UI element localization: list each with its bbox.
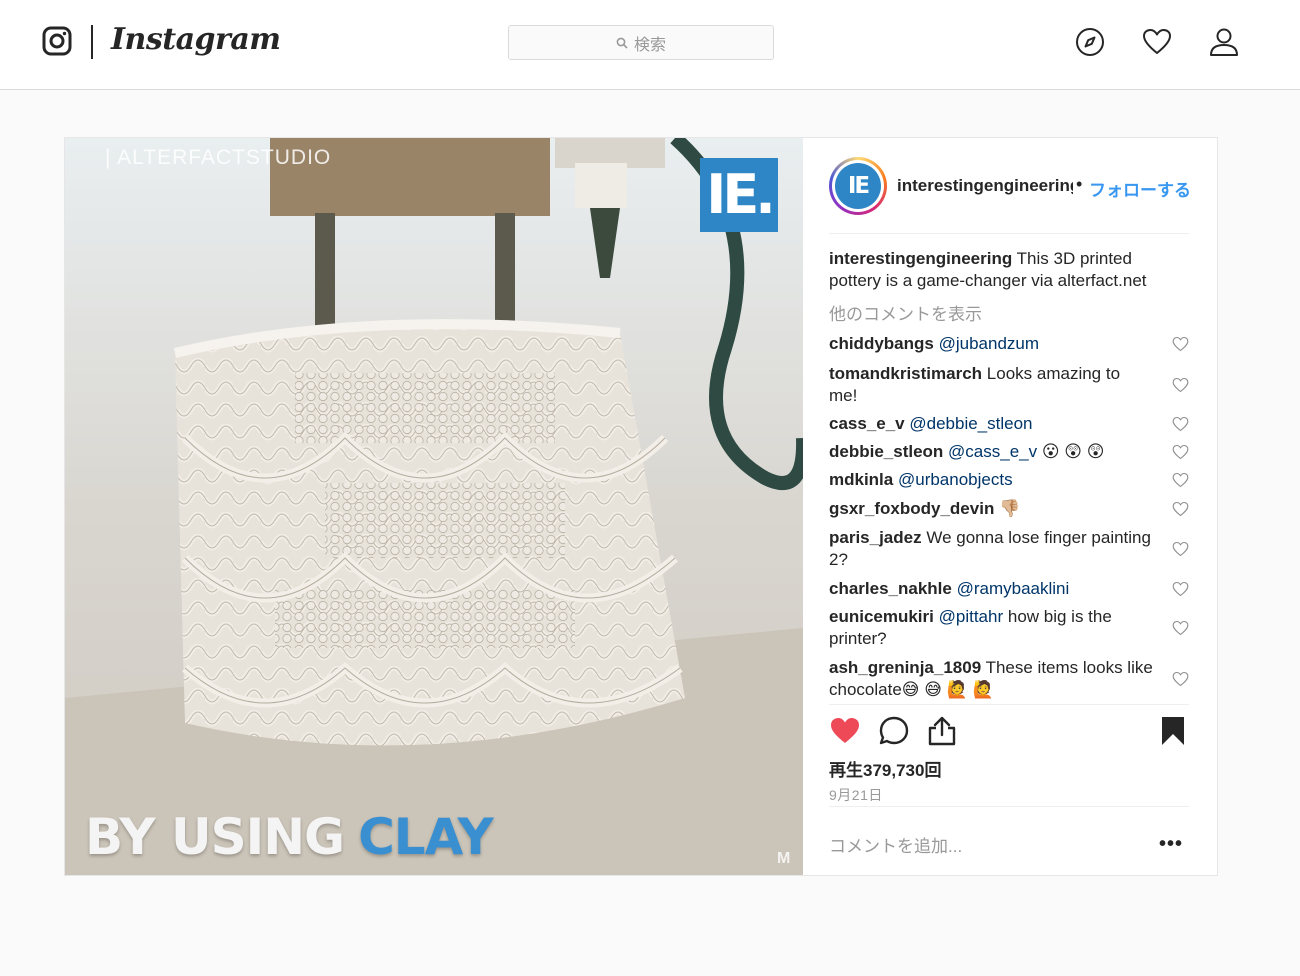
caption-username[interactable]: interestingengineering (829, 249, 1012, 268)
comment-row: gsxr_foxbody_devin 👎🏼 (829, 498, 1189, 520)
comment-like-heart-icon[interactable] (1172, 472, 1189, 488)
comment-like-heart-icon[interactable] (1172, 581, 1189, 597)
follow-button[interactable]: フォローする (1089, 176, 1189, 201)
post-video[interactable]: | ALTERFACTSTUDIO IE. BY USING CLAY M (65, 138, 803, 875)
comment-like-heart-icon[interactable] (1172, 541, 1189, 557)
overlay-text-blue: CLAY (358, 808, 494, 866)
load-more-comments[interactable]: 他のコメントを表示 (829, 300, 1189, 325)
compass-icon[interactable] (1074, 26, 1106, 58)
comment-like-heart-icon[interactable] (1172, 671, 1189, 687)
comment-row: cass_e_v @debbie_stleon (829, 413, 1189, 435)
instagram-wordmark[interactable]: Instagram (111, 22, 281, 57)
clay-pottery-image (65, 138, 803, 875)
comment-username[interactable]: tomandkristimarch (829, 364, 982, 383)
user-icon[interactable] (1208, 26, 1240, 58)
comment-row: ash_greninja_1809 These items looks like… (829, 657, 1189, 701)
comment-mention[interactable]: @jubandzum (939, 334, 1039, 353)
search-input[interactable]: 検索 (508, 25, 774, 60)
comment-username[interactable]: mdkinla (829, 470, 893, 489)
comment-mention[interactable]: @urbanobjects (898, 470, 1013, 489)
comment-username[interactable]: eunicemukiri (829, 607, 934, 626)
comment-mention[interactable]: @debbie_stleon (909, 414, 1032, 433)
comment-username[interactable]: ash_greninja_1809 (829, 658, 981, 677)
heart-icon[interactable] (1141, 26, 1173, 58)
search-icon (616, 37, 628, 49)
bookmark-icon[interactable] (1157, 715, 1189, 747)
like-heart-icon[interactable] (829, 715, 861, 747)
comment-username[interactable]: paris_jadez (829, 528, 922, 547)
comments-list: interestingengineering This 3D printed p… (829, 248, 1189, 703)
top-nav: Instagram 検索 (0, 0, 1300, 90)
corner-watermark-icon: M (777, 850, 791, 867)
comment-row: chiddybangs @jubandzum (829, 333, 1189, 355)
post-date[interactable]: 9月21日 (829, 785, 883, 805)
comment-mention[interactable]: @cass_e_v (948, 442, 1037, 461)
comment-mention[interactable]: @pittahr (939, 607, 1004, 626)
comment-like-heart-icon[interactable] (1172, 444, 1189, 460)
ie-brand-logo: IE. (700, 158, 778, 232)
post-header: IE interestingengineering • フォローする (829, 138, 1189, 234)
comment-username[interactable]: chiddybangs (829, 334, 934, 353)
comment-like-heart-icon[interactable] (1172, 416, 1189, 432)
post-author-username[interactable]: interestingengineering (897, 176, 1073, 196)
logo-divider (91, 25, 93, 59)
comment-username[interactable]: debbie_stleon (829, 442, 943, 461)
comment-row: charles_nakhle @ramybaaklini (829, 578, 1189, 600)
comment-text: 👎🏼 (999, 499, 1021, 518)
comment-like-heart-icon[interactable] (1172, 620, 1189, 636)
comment-username[interactable]: gsxr_foxbody_devin (829, 499, 994, 518)
comment-row: tomandkristimarch Looks amazing to me! (829, 363, 1189, 407)
avatar[interactable]: IE (829, 157, 887, 215)
video-watermark: | ALTERFACTSTUDIO (105, 146, 332, 169)
comment-row: mdkinla @urbanobjects (829, 469, 1189, 491)
comment-like-heart-icon[interactable] (1172, 336, 1189, 352)
overlay-text-white: BY USING (85, 808, 345, 866)
more-options-button[interactable]: ••• (1159, 833, 1183, 856)
avatar-logo: IE (835, 163, 881, 209)
comment-username[interactable]: cass_e_v (829, 414, 905, 433)
comment-like-heart-icon[interactable] (1172, 377, 1189, 393)
post-sidebar: IE interestingengineering • フォローする inter… (803, 138, 1217, 875)
search-placeholder: 検索 (633, 36, 666, 54)
post-actions: 再生379,730回 9月21日 (829, 704, 1189, 808)
comment-text: 😮 😲 😲 (1041, 442, 1105, 461)
comment-like-heart-icon[interactable] (1172, 501, 1189, 517)
comment-row: eunicemukiri @pittahr how big is the pri… (829, 606, 1189, 650)
video-caption-overlay: BY USING CLAY (85, 808, 494, 866)
header-separator: • (1076, 174, 1083, 194)
post-caption: interestingengineering This 3D printed p… (829, 248, 1189, 292)
comment-row: paris_jadez We gonna lose finger paintin… (829, 527, 1189, 571)
view-count[interactable]: 再生379,730回 (829, 756, 941, 781)
post-card: | ALTERFACTSTUDIO IE. BY USING CLAY M IE … (64, 137, 1218, 876)
comment-icon[interactable] (878, 715, 910, 747)
add-comment-field[interactable]: コメントを追加... ••• (829, 806, 1189, 874)
comment-username[interactable]: charles_nakhle (829, 579, 952, 598)
comment-row: debbie_stleon @cass_e_v 😮 😲 😲 (829, 441, 1189, 463)
add-comment-placeholder: コメントを追加... (829, 837, 963, 856)
instagram-logo-icon[interactable] (42, 26, 72, 56)
share-icon[interactable] (926, 715, 958, 747)
comment-mention[interactable]: @ramybaaklini (957, 579, 1070, 598)
